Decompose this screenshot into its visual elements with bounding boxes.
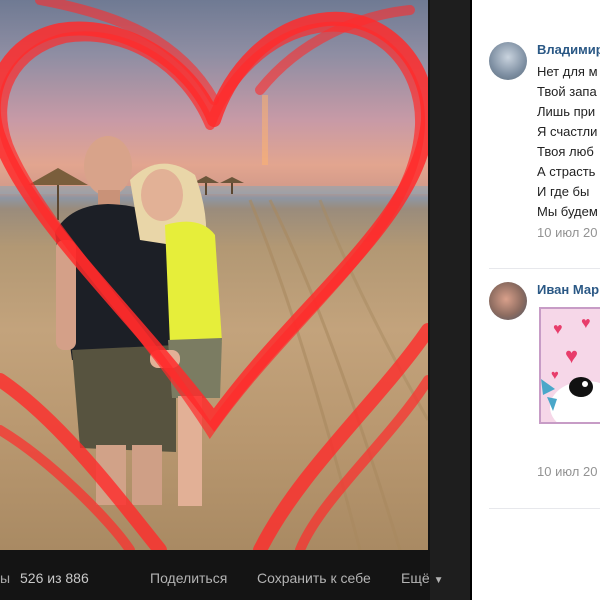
comment-text-line: Я счастли <box>537 124 598 139</box>
divider <box>489 268 600 269</box>
photo-viewer: ы 526 из 886 Поделиться Сохранить к себе… <box>0 0 470 600</box>
photo-scene <box>0 0 428 550</box>
comments-panel: Владимир Нет для м Твой запа Лишь при Я … <box>472 0 600 600</box>
save-button[interactable]: Сохранить к себе <box>257 570 371 586</box>
share-button[interactable]: Поделиться <box>150 570 227 586</box>
heart-icon: ♥ <box>581 315 591 332</box>
sticker-character <box>541 377 600 422</box>
photo[interactable] <box>0 0 428 550</box>
heart-icon: ♥ <box>553 321 563 338</box>
heart-icon: ♥ <box>565 343 579 368</box>
comment-author[interactable]: Иван Мар <box>537 282 599 297</box>
comment-date[interactable]: 10 июл 20 <box>537 225 597 240</box>
avatar[interactable] <box>489 42 527 80</box>
comment-date[interactable]: 10 июл 20 <box>537 464 597 479</box>
comment-text: Нет для м Твой запа Лишь при Я счастли Т… <box>537 62 598 222</box>
comment-text-line: Мы будем <box>537 204 598 219</box>
divider <box>489 508 600 509</box>
comment-author[interactable]: Владимир <box>537 42 600 57</box>
comment-text-line: Лишь при <box>537 104 596 119</box>
viewer-side-strip <box>430 0 470 600</box>
photo-counter: 526 из 886 <box>20 569 89 586</box>
avatar[interactable] <box>489 282 527 320</box>
comment-text-line: А страсть <box>537 164 596 179</box>
more-label: Ещё <box>401 569 430 586</box>
comment-text-line: И где бы <box>537 184 590 199</box>
chevron-down-icon: ▼ <box>433 574 444 586</box>
photo-counter-prefix: ы <box>0 569 11 586</box>
more-button[interactable]: Ещё ▼ <box>401 570 444 586</box>
photo-bottom-bar: ы 526 из 886 Поделиться Сохранить к себе… <box>0 555 470 600</box>
comment-text-line: Твоя люб <box>537 144 594 159</box>
comment-text-line: Твой запа <box>537 84 597 99</box>
comment-text-line: Нет для м <box>537 64 598 79</box>
heart-sticker[interactable]: ♥ ♥ ♥ ♥ <box>539 307 600 424</box>
